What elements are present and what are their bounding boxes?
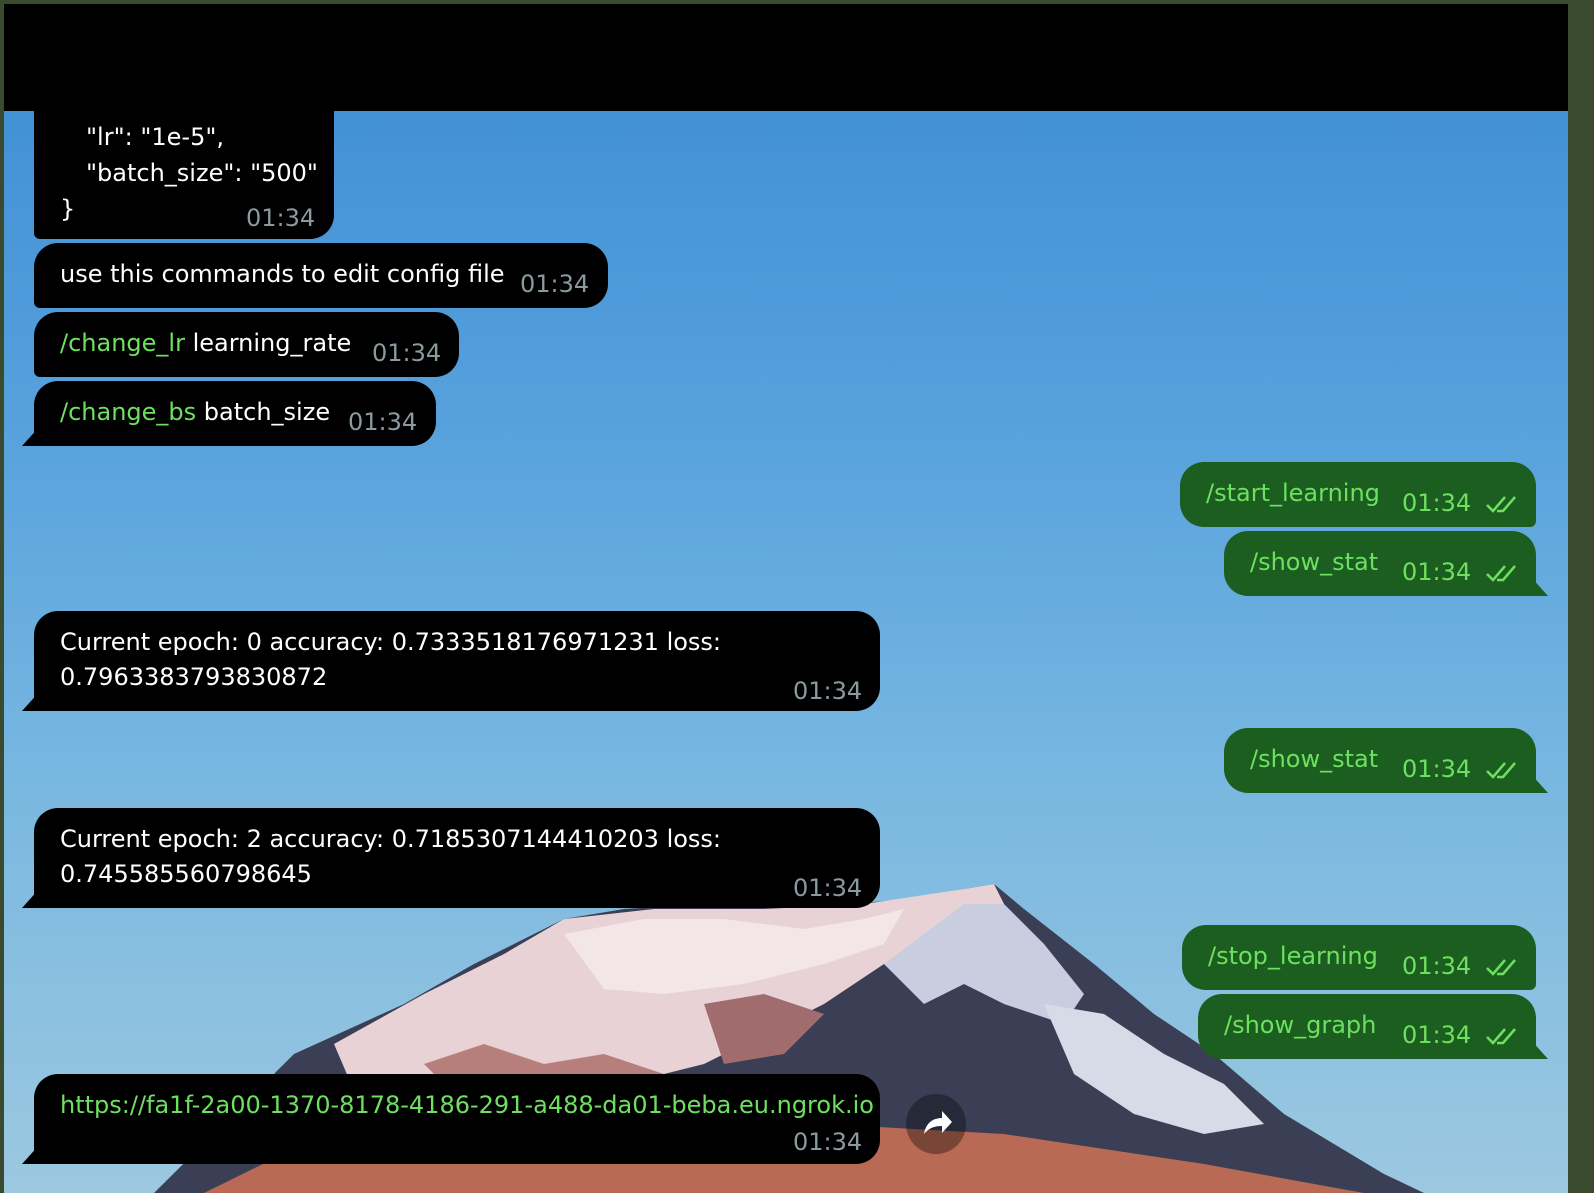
- forward-arrow-icon: [924, 1111, 952, 1134]
- double-check-icon: [1486, 565, 1516, 582]
- message-text: /start_learning: [1206, 479, 1380, 507]
- message-time: 01:34: [1402, 755, 1472, 783]
- message-show-graph[interactable]: /show_graph 01:34: [1198, 994, 1536, 1059]
- message-stat-epoch-2[interactable]: Current epoch: 2 accuracy: 0.71853071444…: [34, 808, 880, 908]
- message-time: 01:34: [793, 874, 863, 902]
- message-time: 01:34: [1402, 489, 1472, 517]
- message-stop-learning[interactable]: /stop_learning 01:34: [1182, 925, 1536, 990]
- command-link-change-bs[interactable]: /change_bs: [60, 398, 196, 426]
- double-check-icon: [1486, 762, 1516, 779]
- command-argument: batch_size: [196, 398, 331, 426]
- message-line: 0.745585560798645: [60, 860, 312, 888]
- message-url-link[interactable]: https://fa1f-2a00-1370-8178-4186-291-a48…: [60, 1088, 874, 1123]
- message-stat-epoch-0[interactable]: Current epoch: 0 accuracy: 0.73335181769…: [34, 611, 880, 711]
- double-check-icon: [1486, 1028, 1516, 1045]
- message-time: 01:34: [372, 339, 442, 367]
- config-line-lr: "lr": "1e-5",: [86, 123, 224, 151]
- message-time: 01:34: [1402, 1021, 1472, 1049]
- message-line: 0.7963383793830872: [60, 663, 328, 691]
- message-link[interactable]: https://fa1f-2a00-1370-8178-4186-291-a48…: [34, 1074, 880, 1164]
- message-show-stat[interactable]: /show_stat 01:34: [1224, 531, 1536, 596]
- double-check-icon: [1486, 959, 1516, 976]
- message-time: 01:34: [793, 1128, 863, 1156]
- command-link-change-lr[interactable]: /change_lr: [60, 329, 185, 357]
- message-line: Current epoch: 0 accuracy: 0.73335181769…: [60, 628, 722, 656]
- message-text: use this commands to edit config file: [60, 260, 505, 288]
- double-check-icon: [1486, 496, 1516, 513]
- message-line: Current epoch: 2 accuracy: 0.71853071444…: [60, 825, 722, 853]
- message-time: 01:34: [1402, 952, 1472, 980]
- message-text: /show_stat: [1250, 745, 1379, 773]
- message-time: 01:34: [520, 270, 590, 298]
- message-text: /stop_learning: [1208, 942, 1378, 970]
- chat-window: Train statistics bot bot "lr": "1e-5", "…: [4, 4, 1568, 1193]
- message-text: /change_lr learning_rate: [60, 326, 351, 361]
- message-text: /show_stat: [1250, 548, 1379, 576]
- more-vertical-icon[interactable]: [1502, 40, 1542, 80]
- message-time: 01:34: [246, 204, 316, 232]
- message-use-commands[interactable]: use this commands to edit config file 01…: [34, 243, 608, 308]
- message-change-lr[interactable]: /change_lr learning_rate 01:34: [34, 312, 459, 377]
- share-forward-button[interactable]: [906, 1094, 966, 1154]
- message-text: /show_graph: [1224, 1011, 1377, 1039]
- message-config-json[interactable]: "lr": "1e-5", "batch_size": "500" } 01:3…: [34, 94, 334, 239]
- message-time: 01:34: [348, 408, 418, 436]
- message-change-bs[interactable]: /change_bs batch_size 01:34: [34, 381, 436, 446]
- message-start-learning[interactable]: /start_learning 01:34: [1180, 462, 1536, 527]
- chat-title[interactable]: Train statistics bot: [37, 26, 290, 54]
- message-time: 01:34: [1402, 558, 1472, 586]
- message-time: 01:34: [793, 677, 863, 705]
- config-line-batch-size: "batch_size": "500": [86, 159, 318, 187]
- search-icon[interactable]: [1354, 40, 1394, 80]
- config-close-brace: }: [60, 195, 76, 223]
- message-text: /change_bs batch_size: [60, 395, 330, 430]
- chat-subtitle: bot: [37, 65, 77, 93]
- sidebar-toggle-icon[interactable]: [1432, 40, 1472, 80]
- command-argument: learning_rate: [184, 329, 352, 357]
- message-show-stat[interactable]: /show_stat 01:34: [1224, 728, 1536, 793]
